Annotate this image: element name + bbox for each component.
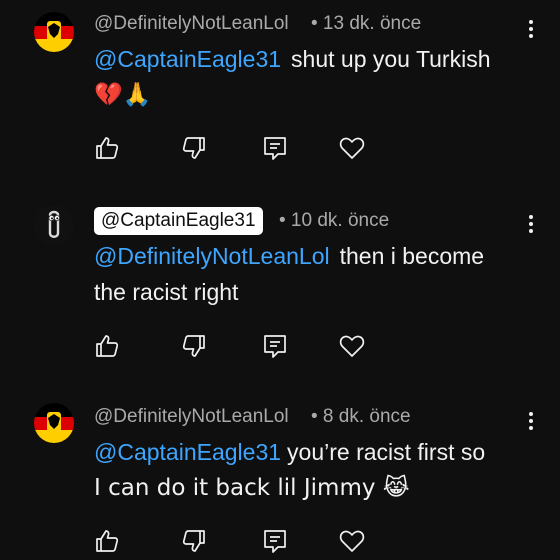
reply-icon[interactable] <box>262 333 288 359</box>
thumbs-down-icon[interactable] <box>181 528 207 554</box>
more-vert-icon[interactable] <box>521 409 541 435</box>
thumbs-up-icon[interactable] <box>94 528 120 554</box>
thumbs-up-icon[interactable] <box>94 333 120 359</box>
heart-icon[interactable] <box>339 333 365 359</box>
avatar[interactable] <box>34 12 74 52</box>
comment-text: @CaptainEagle31 you’re racist first so I … <box>94 434 544 506</box>
heart-icon[interactable] <box>339 528 365 554</box>
reply-icon[interactable] <box>262 528 288 554</box>
comment-text-line: shut up you Turkish <box>291 46 491 72</box>
thumbs-down-icon[interactable] <box>181 135 207 161</box>
avatar[interactable] <box>34 403 74 443</box>
comment-emoji: 💔🙏 <box>94 82 152 108</box>
reply-icon[interactable] <box>262 135 288 161</box>
avatar[interactable] <box>34 205 74 245</box>
comment-author[interactable]: @DefinitelyNotLeanLol <box>94 406 289 428</box>
paperclip-avatar-icon <box>34 205 74 245</box>
comment-text: @CaptainEagle31 shut up you Turkish 💔🙏 <box>94 41 544 113</box>
comment-timestamp: • 10 dk. önce <box>279 210 390 231</box>
thumbs-up-icon[interactable] <box>94 135 120 161</box>
mention-link[interactable]: @DefinitelyNotLeanLol <box>94 243 330 269</box>
comment-timestamp: • 8 dk. önce <box>311 406 411 427</box>
comment-timestamp: • 13 dk. önce <box>311 13 422 34</box>
more-vert-icon[interactable] <box>521 17 541 43</box>
german-flag-eagle-icon <box>34 403 74 443</box>
comment-text: @DefinitelyNotLeanLol then i become the r… <box>94 238 544 310</box>
author-chip[interactable]: @CaptainEagle31 <box>94 207 263 235</box>
comment-text-line: then i become <box>339 243 485 269</box>
comment-text-line: I can do it back lil Jimmy 😹 <box>94 475 410 501</box>
heart-icon[interactable] <box>339 135 365 161</box>
comment-text-line: the racist right <box>94 279 239 305</box>
comment-text-line: you’re racist first so <box>287 439 486 465</box>
comment-author[interactable]: @DefinitelyNotLeanLol <box>94 13 289 35</box>
german-flag-eagle-icon <box>34 12 74 52</box>
mention-link[interactable]: @CaptainEagle31 <box>94 439 281 465</box>
mention-link[interactable]: @CaptainEagle31 <box>94 46 281 72</box>
thumbs-down-icon[interactable] <box>181 333 207 359</box>
more-vert-icon[interactable] <box>521 212 541 238</box>
